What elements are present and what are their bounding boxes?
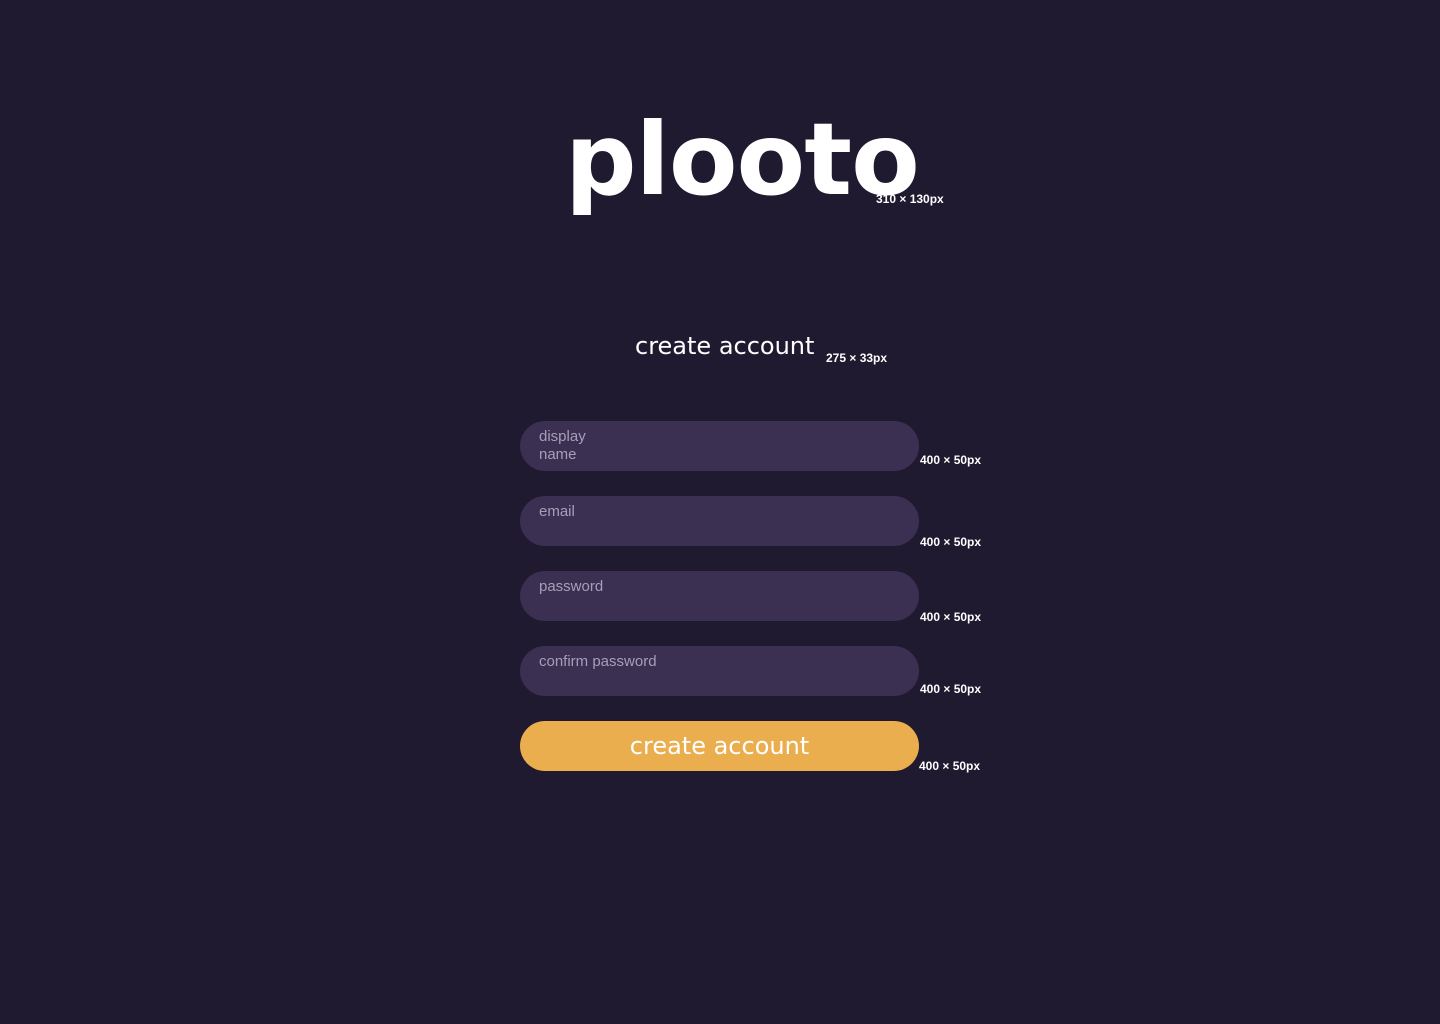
- display-name-field[interactable]: display name: [520, 421, 919, 471]
- confirm-password-size-annotation: 400 × 50px: [920, 682, 982, 696]
- create-account-page: plooto 310 × 130px create account 275 × …: [0, 0, 1440, 1024]
- button-size-annotation: 400 × 50px: [919, 759, 981, 773]
- password-field[interactable]: password: [520, 571, 919, 621]
- create-account-button[interactable]: create account: [520, 721, 919, 771]
- email-placeholder: email: [539, 503, 575, 520]
- plooto-logo: plooto: [565, 101, 920, 218]
- confirm-password-placeholder: confirm password: [539, 653, 657, 670]
- logo-size-annotation: 310 × 130px: [876, 192, 944, 206]
- email-size-annotation: 400 × 50px: [920, 535, 982, 549]
- password-placeholder: password: [539, 578, 604, 595]
- title-size-annotation: 275 × 33px: [826, 351, 888, 365]
- page-title: create account: [635, 332, 815, 360]
- confirm-password-field[interactable]: confirm password: [520, 646, 919, 696]
- password-size-annotation: 400 × 50px: [920, 610, 982, 624]
- display-name-size-annotation: 400 × 50px: [920, 453, 982, 467]
- display-name-placeholder: display name: [539, 428, 586, 463]
- email-field[interactable]: email: [520, 496, 919, 546]
